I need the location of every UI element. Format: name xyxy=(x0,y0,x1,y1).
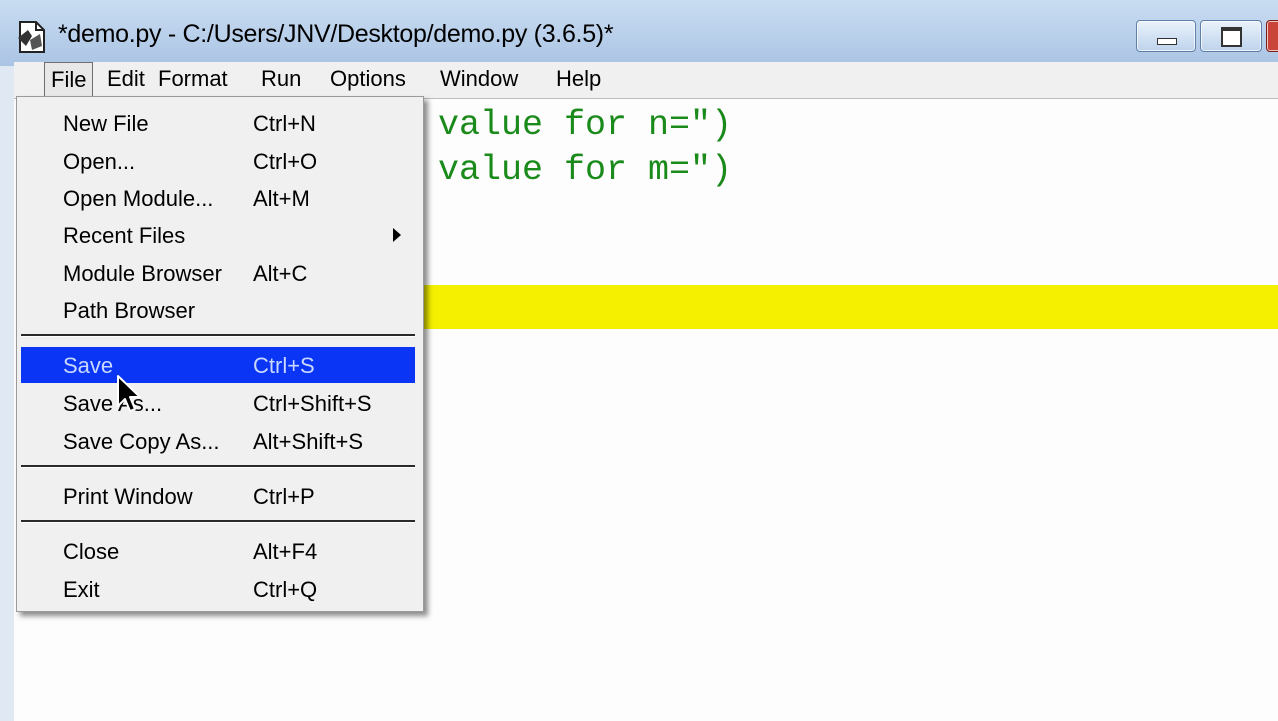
menu-item-shortcut: Ctrl+Shift+S xyxy=(253,391,372,416)
maximize-icon xyxy=(1221,27,1242,47)
file-menu-dropdown: New File Ctrl+N Open... Ctrl+O Open Modu… xyxy=(16,96,424,612)
menu-edit[interactable]: Edit xyxy=(105,62,147,96)
menu-item-label: Path Browser xyxy=(63,298,196,323)
menu-item-label: New File xyxy=(63,111,149,136)
menu-item-label: Open... xyxy=(63,149,136,174)
menu-item-shortcut: Ctrl+O xyxy=(253,149,318,174)
mouse-cursor-icon xyxy=(117,375,141,412)
menu-item-label: Open Module... xyxy=(63,186,214,211)
menu-separator xyxy=(21,520,415,523)
current-line-highlight xyxy=(424,285,1278,329)
menu-item-exit[interactable]: Exit Ctrl+Q xyxy=(21,571,415,607)
close-window-button[interactable] xyxy=(1266,20,1278,52)
menu-item-label: Exit xyxy=(63,577,100,602)
menu-item-label: Save xyxy=(63,353,114,378)
menu-file[interactable]: File xyxy=(44,62,94,98)
code-line: value for n=") xyxy=(438,105,733,145)
menu-item-open-module[interactable]: Open Module... Alt+M xyxy=(21,180,415,216)
menu-item-close[interactable]: Close Alt+F4 xyxy=(21,533,415,569)
menu-item-shortcut: Ctrl+S xyxy=(253,353,315,378)
menu-run[interactable]: Run xyxy=(259,62,303,96)
menu-item-shortcut: Alt+M xyxy=(253,186,310,211)
menu-item-module-browser[interactable]: Module Browser Alt+C xyxy=(21,255,415,291)
menu-item-shortcut: Alt+C xyxy=(253,261,308,286)
menu-item-label: Recent Files xyxy=(63,223,186,248)
menu-item-shortcut: Ctrl+N xyxy=(253,111,316,136)
menu-item-label: Save Copy As... xyxy=(63,429,220,454)
menu-item-label: Close xyxy=(63,539,120,564)
maximize-button[interactable] xyxy=(1200,20,1262,52)
menu-item-recent-files[interactable]: Recent Files xyxy=(21,217,415,253)
menu-item-print-window[interactable]: Print Window Ctrl+P xyxy=(21,478,415,514)
menu-item-shortcut: Ctrl+Q xyxy=(253,577,318,602)
menu-item-save[interactable]: Save Ctrl+S xyxy=(21,347,415,383)
menu-item-path-browser[interactable]: Path Browser xyxy=(21,292,415,328)
menu-separator xyxy=(21,334,415,337)
submenu-arrow-icon xyxy=(393,228,401,242)
menu-item-save-copy-as[interactable]: Save Copy As... Alt+Shift+S xyxy=(21,423,415,459)
menu-item-label: Print Window xyxy=(63,484,193,509)
menu-bar: File Edit Format Run Options Window Help xyxy=(14,62,1278,99)
code-line: value for m=") xyxy=(438,150,733,190)
menu-item-shortcut: Alt+F4 xyxy=(253,539,318,564)
menu-item-label: Save As... xyxy=(63,391,163,416)
menu-item-new-file[interactable]: New File Ctrl+N xyxy=(21,105,415,141)
menu-item-shortcut: Alt+Shift+S xyxy=(253,429,364,454)
menu-item-label: Module Browser xyxy=(63,261,222,286)
minimize-icon xyxy=(1157,38,1177,45)
menu-item-save-as[interactable]: Save As... Ctrl+Shift+S xyxy=(21,385,415,421)
menu-options[interactable]: Options xyxy=(328,62,408,96)
title-bar: *demo.py - C:/Users/JNV/Desktop/demo.py … xyxy=(0,0,1278,66)
menu-separator xyxy=(21,465,415,468)
menu-item-shortcut: Ctrl+P xyxy=(253,484,315,509)
window-title: *demo.py - C:/Users/JNV/Desktop/demo.py … xyxy=(58,20,614,48)
idle-app-icon[interactable] xyxy=(16,20,50,54)
menu-help[interactable]: Help xyxy=(554,62,603,96)
menu-item-open[interactable]: Open... Ctrl+O xyxy=(21,143,415,179)
minimize-button[interactable] xyxy=(1136,20,1196,52)
menu-format[interactable]: Format xyxy=(156,62,230,96)
menu-window[interactable]: Window xyxy=(438,62,520,96)
